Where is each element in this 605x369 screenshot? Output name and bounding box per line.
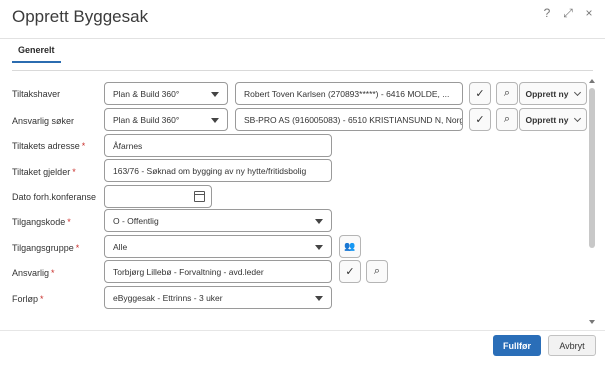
- tiltakshaver-type-select[interactable]: Plan & Build 360°: [104, 82, 228, 105]
- calendar-icon[interactable]: [194, 191, 205, 202]
- select-value: O - Offentlig: [113, 215, 159, 226]
- label-text: Tiltakets adresse: [12, 141, 80, 151]
- ansvarlig-field[interactable]: Torbjørg Lillebø - Forvaltning - avd.led…: [104, 260, 332, 283]
- dropdown-caret-icon: [211, 92, 219, 97]
- select-value: Alle: [113, 241, 128, 252]
- required-marker: *: [67, 217, 71, 227]
- field-value: SB-PRO AS (916005083) - 6510 KRISTIANSUN…: [244, 114, 463, 125]
- expand-icon[interactable]: ⤢: [562, 6, 574, 21]
- label-ansvarlig: Ansvarlig *: [12, 268, 55, 278]
- footer-divider: [0, 330, 605, 331]
- required-marker: *: [75, 243, 80, 253]
- header-divider: [0, 38, 605, 39]
- dropdown-caret-icon: [315, 219, 323, 224]
- label-text: Ansvarlig søker: [12, 116, 75, 126]
- scroll-down-icon[interactable]: [589, 320, 595, 324]
- tiltakshaver-search-button[interactable]: ⌕: [496, 82, 518, 105]
- label-ansvarlig-soker: Ansvarlig søker: [12, 116, 74, 126]
- label-text: Ansvarlig: [12, 268, 50, 278]
- check-icon: ✓: [475, 114, 485, 126]
- ansvarlig-confirm-button[interactable]: ✓: [339, 260, 361, 283]
- dialog-title: Opprett Byggesak: [12, 7, 149, 26]
- chevron-down-icon: [574, 114, 582, 122]
- tilgangskode-select[interactable]: O - Offentlig: [104, 209, 332, 232]
- required-marker: *: [81, 141, 86, 151]
- required-marker: *: [51, 268, 55, 278]
- search-icon: ⌕: [503, 87, 511, 99]
- select-value: eByggesak - Ettrinns - 3 uker: [113, 292, 223, 303]
- label-text: Tilgangsgruppe: [12, 243, 74, 253]
- ansvarlig-search-button[interactable]: ⌕: [366, 260, 388, 283]
- close-icon[interactable]: ×: [583, 6, 595, 21]
- help-icon[interactable]: ?: [541, 6, 553, 21]
- search-icon: ⌕: [503, 113, 511, 125]
- tab-generelt[interactable]: Generelt: [12, 45, 61, 63]
- check-icon: ✓: [475, 88, 485, 100]
- tiltakets-adresse-input[interactable]: Åfarnes: [104, 134, 332, 157]
- window-controls: ? ⤢ ×: [541, 6, 595, 21]
- field-value: Torbjørg Lillebø - Forvaltning - avd.led…: [113, 266, 264, 277]
- ansvarlig-soker-type-select[interactable]: Plan & Build 360°: [104, 108, 228, 131]
- ansvarlig-soker-field[interactable]: SB-PRO AS (916005083) - 6510 KRISTIANSUN…: [235, 108, 463, 131]
- label-text: Tiltaket gjelder: [12, 167, 71, 177]
- forlop-select[interactable]: eByggesak - Ettrinns - 3 uker: [104, 286, 332, 309]
- label-text: Tilgangskode: [12, 217, 66, 227]
- label-tiltakshaver: Tiltakshaver: [12, 89, 60, 99]
- label-forlop: Forløp *: [12, 294, 44, 304]
- fullfor-button[interactable]: Fullfør: [493, 335, 541, 356]
- scroll-up-icon[interactable]: [589, 79, 595, 83]
- chevron-down-icon: [574, 88, 582, 96]
- label-tilgangskode: Tilgangskode *: [12, 217, 71, 227]
- label-tiltakets-adresse: Tiltakets adresse *: [12, 141, 85, 151]
- label-text: Forløp: [12, 294, 39, 304]
- tabs-divider: [12, 70, 593, 71]
- ansvarlig-soker-search-button[interactable]: ⌕: [496, 108, 518, 131]
- tiltakshaver-confirm-button[interactable]: ✓: [469, 82, 491, 105]
- ansvarlig-soker-confirm-button[interactable]: ✓: [469, 108, 491, 131]
- group-icon: 👥: [344, 241, 356, 251]
- ansvarlig-soker-opprett-ny-button[interactable]: Opprett ny: [519, 108, 587, 131]
- label-text: Tiltakshaver: [12, 89, 61, 99]
- dato-forh-konferanse-input[interactable]: [104, 185, 212, 208]
- select-value: Plan & Build 360°: [113, 114, 180, 125]
- search-icon: ⌕: [373, 265, 381, 277]
- tiltakshaver-field[interactable]: Robert Toven Karlsen (270893*****) - 641…: [235, 82, 463, 105]
- dropdown-caret-icon: [315, 245, 323, 250]
- scrollbar-thumb[interactable]: [589, 88, 595, 248]
- label-tiltaket-gjelder: Tiltaket gjelder *: [12, 167, 76, 177]
- label-dato-forh-konferanse: Dato forh.konferanse: [12, 192, 96, 202]
- select-value: Plan & Build 360°: [113, 88, 180, 99]
- avbryt-button[interactable]: Avbryt: [548, 335, 596, 356]
- field-value: 163/76 - Søknad om bygging av ny hytte/f…: [113, 165, 307, 176]
- tiltakshaver-opprett-ny-button[interactable]: Opprett ny: [519, 82, 587, 105]
- dropdown-caret-icon: [211, 118, 219, 123]
- button-label: Opprett ny: [525, 114, 569, 125]
- field-value: Åfarnes: [113, 140, 143, 151]
- label-text: Dato forh.konferanse: [12, 192, 97, 202]
- button-label: Opprett ny: [525, 88, 569, 99]
- check-icon: ✓: [345, 266, 355, 278]
- tilgangsgruppe-members-button[interactable]: 👥: [339, 235, 361, 258]
- required-marker: *: [72, 167, 76, 177]
- tilgangsgruppe-select[interactable]: Alle: [104, 235, 332, 258]
- dropdown-caret-icon: [315, 296, 323, 301]
- label-tilgangsgruppe: Tilgangsgruppe *: [12, 243, 79, 253]
- tiltaket-gjelder-input[interactable]: 163/76 - Søknad om bygging av ny hytte/f…: [104, 159, 332, 182]
- field-value: Robert Toven Karlsen (270893*****) - 641…: [244, 88, 450, 99]
- required-marker: *: [40, 294, 44, 304]
